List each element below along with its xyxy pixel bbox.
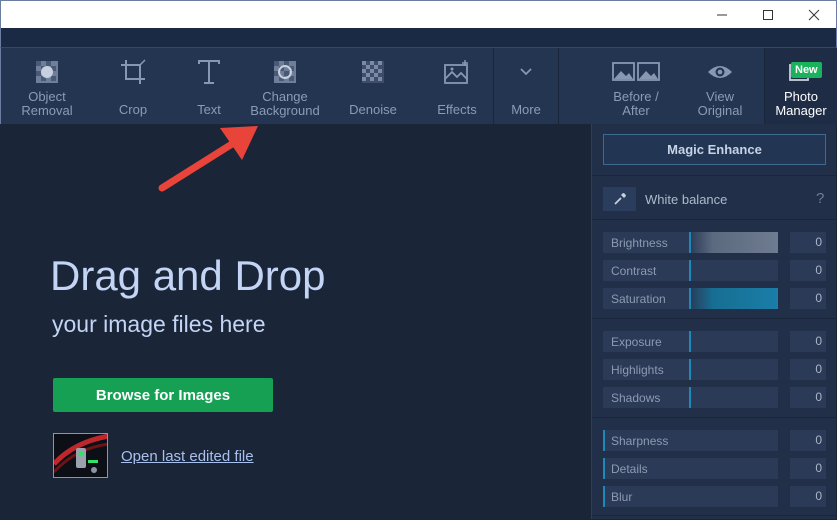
tool-label: Photo Manager — [775, 89, 827, 118]
slider-marker — [689, 359, 691, 380]
toolbar: Object Removal Crop Text Change Backgrou… — [0, 47, 837, 124]
annotation-arrow — [158, 126, 258, 192]
tool-photo-manager[interactable]: Photo Manager — [765, 48, 837, 124]
chevron-down-icon — [520, 68, 532, 76]
tool-view-original[interactable]: View Original — [684, 48, 756, 124]
tool-label: View Original — [697, 89, 743, 118]
slider-label: Highlights — [611, 363, 664, 377]
slider-marker — [603, 458, 605, 479]
window-title-bar — [0, 0, 837, 28]
toolbar-divider — [558, 48, 559, 124]
object-removal-icon — [36, 61, 58, 83]
blur-slider[interactable]: Blur — [603, 486, 778, 507]
slider-label: Blur — [611, 490, 633, 504]
tool-crop[interactable]: Crop — [93, 48, 173, 124]
panel-divider — [592, 219, 837, 220]
saturation-value[interactable]: 0 — [790, 288, 826, 309]
white-balance-picker[interactable] — [603, 187, 636, 211]
white-balance-label: White balance — [645, 192, 728, 207]
details-value[interactable]: 0 — [790, 458, 826, 479]
eye-icon — [708, 66, 732, 78]
details-slider[interactable]: Details — [603, 458, 778, 479]
slider-marker — [689, 387, 691, 408]
new-badge: New — [791, 62, 822, 78]
tool-denoise[interactable]: Denoise — [325, 48, 421, 124]
slider-marker — [689, 331, 691, 352]
tool-change-background[interactable]: Change Background — [245, 48, 325, 124]
drag-drop-title: Drag and Drop — [50, 252, 326, 299]
slider-marker — [689, 260, 691, 281]
sharpness-value[interactable]: 0 — [790, 430, 826, 451]
slider-label: Details — [611, 462, 648, 476]
slider-label: Contrast — [611, 264, 657, 278]
panel-divider — [592, 515, 837, 516]
eyedropper-icon — [613, 193, 626, 205]
tool-object-removal[interactable]: Object Removal — [1, 48, 93, 124]
slider-label: Exposure — [611, 335, 662, 349]
slider-marker — [603, 486, 605, 507]
exposure-slider[interactable]: Exposure — [603, 331, 778, 352]
tool-label: Text — [197, 102, 221, 117]
tool-label: Object Removal — [21, 89, 73, 118]
magic-enhance-button[interactable]: Magic Enhance — [603, 134, 826, 165]
tool-effects[interactable]: Effects — [421, 48, 493, 124]
last-file-thumbnail[interactable] — [53, 433, 108, 478]
drag-drop-subtitle: your image files here — [52, 311, 266, 337]
maximize-icon — [763, 10, 773, 20]
panel-divider — [592, 318, 837, 319]
menu-strip — [0, 28, 837, 47]
drop-zone[interactable]: Drag and Drop your image files here Brow… — [1, 124, 591, 519]
tool-label: Crop — [118, 102, 148, 117]
thumbnail-image — [54, 434, 107, 477]
tool-label: Effects — [437, 102, 477, 117]
tool-label: Before / After — [613, 89, 659, 118]
crop-icon — [121, 59, 146, 84]
tool-text[interactable]: Text — [173, 48, 245, 124]
shadows-value[interactable]: 0 — [790, 387, 826, 408]
contrast-slider[interactable]: Contrast — [603, 260, 778, 281]
highlights-value[interactable]: 0 — [790, 359, 826, 380]
before-after-icon — [612, 62, 660, 81]
slider-marker — [689, 288, 691, 309]
tool-label: More — [511, 102, 541, 117]
panel-divider — [592, 175, 837, 176]
slider-label: Saturation — [611, 292, 666, 306]
minimize-button[interactable] — [699, 1, 745, 29]
brightness-value[interactable]: 0 — [790, 232, 826, 253]
panel-divider — [592, 417, 837, 418]
shadows-slider[interactable]: Shadows — [603, 387, 778, 408]
slider-label: Shadows — [611, 391, 661, 405]
effects-icon — [444, 60, 468, 84]
tool-label: Denoise — [349, 102, 397, 117]
open-last-edited-link[interactable]: Open last edited file — [121, 448, 254, 465]
tool-more[interactable]: More — [494, 48, 558, 124]
tool-before-after[interactable]: Before / After — [598, 48, 674, 124]
tool-label: Change Background — [250, 89, 320, 118]
slider-marker — [603, 430, 605, 451]
slider-marker — [689, 232, 691, 253]
blur-value[interactable]: 0 — [790, 486, 826, 507]
browse-button[interactable]: Browse for Images — [53, 378, 273, 412]
change-background-icon — [274, 61, 296, 83]
maximize-button[interactable] — [745, 1, 791, 29]
saturation-slider[interactable]: Saturation — [603, 288, 778, 309]
contrast-value[interactable]: 0 — [790, 260, 826, 281]
slider-label: Sharpness — [611, 434, 669, 448]
help-icon[interactable]: ? — [816, 190, 824, 207]
highlights-slider[interactable]: Highlights — [603, 359, 778, 380]
text-icon — [198, 60, 220, 84]
minimize-icon — [717, 14, 727, 16]
slider-label: Brightness — [611, 236, 668, 250]
brightness-slider[interactable]: Brightness — [603, 232, 778, 253]
close-icon — [808, 9, 820, 21]
adjustments-panel: Magic Enhance White balance ? Brightness… — [591, 124, 837, 519]
close-button[interactable] — [791, 1, 837, 29]
denoise-icon — [362, 61, 384, 83]
sharpness-slider[interactable]: Sharpness — [603, 430, 778, 451]
exposure-value[interactable]: 0 — [790, 331, 826, 352]
